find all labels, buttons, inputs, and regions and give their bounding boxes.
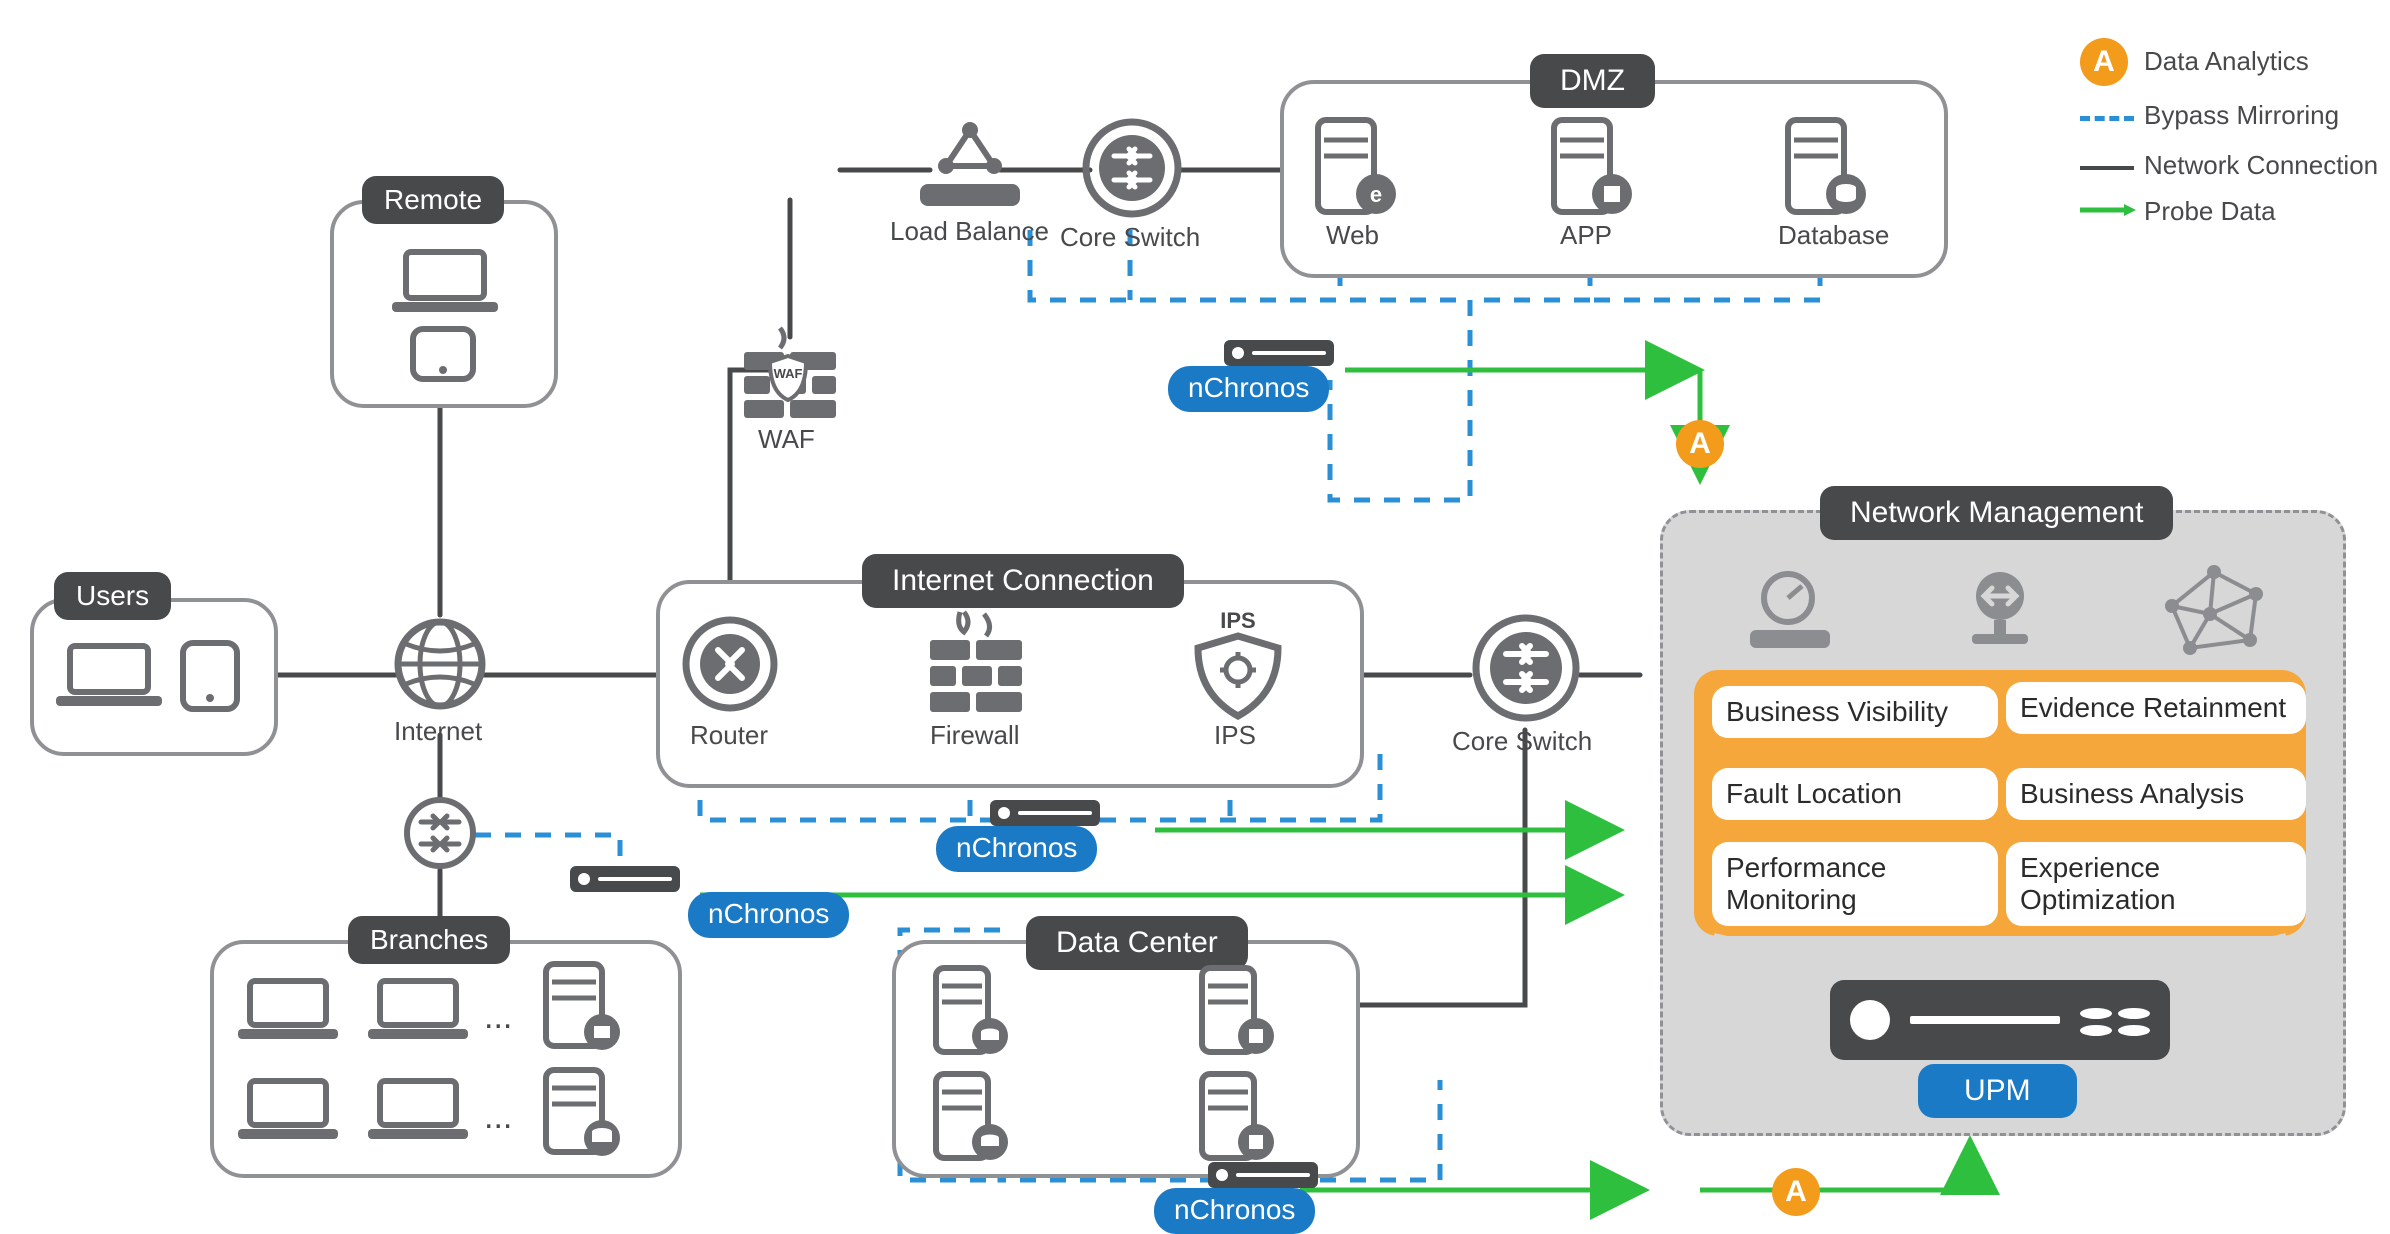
server-icon [1196,1070,1282,1162]
server-app-icon [1546,116,1636,216]
globe-icon [392,616,488,712]
app-label: APP [1560,220,1612,251]
card-business-visibility: Business Visibility [1712,686,1998,738]
laptop-icon [54,640,164,710]
core-switch-icon [1470,612,1582,724]
ellipsis: ... [484,998,512,1037]
server-icon [540,1066,626,1156]
remote-title: Remote [362,176,504,224]
ips-label: IPS [1214,720,1256,751]
nchronos-badge: nChronos [936,826,1097,872]
gauge-device-icon [1740,568,1840,654]
laptop-icon [390,246,500,316]
nchronos-appliance-icon [570,866,680,892]
web-label: Web [1326,220,1379,251]
laptop-icon [236,1076,340,1142]
legend-a-badge: A [2080,38,2128,86]
mesh-icon [2160,564,2270,658]
server-icon [540,960,626,1050]
data-center-title: Data Center [1026,916,1248,970]
dmz-title: DMZ [1530,54,1655,108]
upm-badge: UPM [1918,1064,2077,1118]
tablet-icon [180,640,240,712]
waf-icon: WAF [738,326,848,426]
nchronos-appliance-icon [1208,1162,1318,1188]
router-label: Router [690,720,768,751]
users-title: Users [54,572,171,620]
firewall-icon [924,608,1028,718]
upm-appliance-icon [1830,980,2170,1060]
svg-text:WAF: WAF [774,366,803,381]
laptop-icon [366,1076,470,1142]
legend-swatch-bypass [2080,116,2134,121]
nchronos-badge: nChronos [1154,1188,1315,1234]
legend-swatch-network [2080,166,2134,170]
network-node-icon [1950,568,2050,654]
server-db-icon [1780,116,1870,216]
svg-text:IPS: IPS [1220,608,1255,633]
tablet-icon [410,326,476,382]
legend-network: Network Connection [2144,150,2378,181]
nchronos-badge: nChronos [688,892,849,938]
core-switch-label: Core Switch [1452,726,1592,757]
card-business-analysis: Business Analysis [2006,768,2306,820]
server-web-icon: e [1310,116,1400,216]
card-evidence-retainment: Evidence Retainment [2006,682,2306,734]
branches-title: Branches [348,916,510,964]
ips-icon: IPS [1190,608,1286,720]
nchronos-appliance-icon [1224,340,1334,366]
db-label: Database [1778,220,1889,251]
legend-swatch-probe [2078,200,2138,220]
svg-text:e: e [1370,182,1382,207]
laptop-icon [366,976,470,1042]
firewall-label: Firewall [930,720,1020,751]
router-icon [680,614,780,714]
legend-probe: Probe Data [2144,196,2276,227]
a-badge: A [1676,420,1724,468]
laptop-icon [236,976,340,1042]
card-performance-monitoring: Performance Monitoring [1712,842,1998,926]
card-fault-location: Fault Location [1712,768,1998,820]
server-icon [930,964,1016,1056]
switch-icon [403,796,477,870]
a-badge: A [1772,1168,1820,1216]
nm-title: Network Management [1820,486,2173,540]
legend-bypass: Bypass Mirroring [2144,100,2339,131]
server-icon [930,1070,1016,1162]
internet-label: Internet [394,716,482,747]
legend-data-analytics: Data Analytics [2144,46,2309,77]
load-balance-label: Load Balance [890,216,1049,247]
core-switch-icon [1080,116,1184,220]
nchronos-appliance-icon [990,800,1100,826]
card-experience-optimization: Experience Optimization [2006,842,2306,926]
a-letter: A [2093,45,2115,79]
waf-label: WAF [758,424,815,455]
server-icon [1196,964,1282,1056]
ellipsis: ... [484,1098,512,1137]
load-balance-icon [910,118,1030,214]
nchronos-badge: nChronos [1168,366,1329,412]
core-switch2-label: Core Switch [1060,222,1200,253]
internet-connection-title: Internet Connection [862,554,1184,608]
